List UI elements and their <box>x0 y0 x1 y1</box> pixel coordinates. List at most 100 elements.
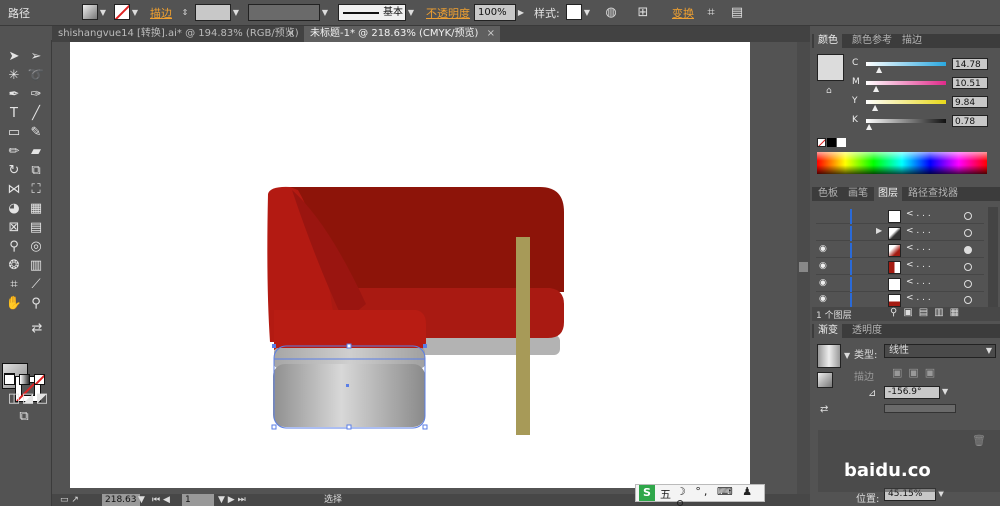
gradient-preview[interactable] <box>817 344 841 368</box>
stroke-gradient-icons[interactable]: ▣▣▣ <box>892 366 941 379</box>
artboard[interactable] <box>70 42 750 488</box>
variable-width-field[interactable] <box>248 4 320 21</box>
column-graph-tool-icon[interactable]: ▥ <box>26 257 46 275</box>
sofa-leg[interactable] <box>516 237 530 435</box>
free-transform-tool-icon[interactable]: ⛶ <box>26 181 46 199</box>
fill-dropdown-icon[interactable]: ▼ <box>98 4 108 21</box>
eraser-tool-icon[interactable]: ▰ <box>26 143 46 161</box>
recolor-icon[interactable]: ◍ <box>602 4 620 22</box>
target-icon[interactable] <box>964 212 972 220</box>
paintbrush-tool-icon[interactable]: ✎ <box>26 124 46 142</box>
align-grid-icon[interactable]: ⊞ <box>634 4 652 22</box>
yellow-value[interactable]: 9.84 <box>952 96 988 108</box>
symbol-sprayer-tool-icon[interactable]: ❂ <box>4 257 24 275</box>
magenta-slider[interactable]: M ▲ 10.51 <box>852 77 1000 93</box>
layer-row[interactable]: ◉ < . . . <box>816 243 984 258</box>
gradient-tool-icon[interactable]: ▤ <box>26 219 46 237</box>
direct-selection-tool-icon[interactable]: ➢ <box>26 48 46 66</box>
gradient-mode-icon[interactable] <box>19 374 30 385</box>
scale-tool-icon[interactable]: ⧉ <box>26 162 46 180</box>
sogou-s-icon[interactable]: S <box>639 485 655 501</box>
shape-builder-tool-icon[interactable]: ◕ <box>4 200 24 218</box>
close-icon[interactable]: × <box>487 26 495 42</box>
tab-stroke[interactable]: 描边 <box>898 34 926 48</box>
tab-color[interactable]: 颜色 <box>814 34 842 48</box>
stroke-dropdown-icon[interactable]: ▼ <box>130 4 140 21</box>
visibility-eye-icon[interactable]: ◉ <box>819 278 827 288</box>
stroke-label[interactable]: 描边 <box>150 5 172 22</box>
visibility-eye-icon[interactable]: ◉ <box>819 261 827 271</box>
variable-width-dropdown-icon[interactable]: ▼ <box>320 4 330 21</box>
magic-wand-tool-icon[interactable]: ✳ <box>4 67 24 85</box>
brush-field[interactable]: 基本 <box>338 4 406 21</box>
zoom-tool-icon[interactable]: ⚲ <box>26 295 46 313</box>
lasso-tool-icon[interactable]: ➰ <box>26 67 46 85</box>
isolate-icon[interactable]: ⌗ <box>702 4 720 22</box>
gradient-type-select[interactable]: 线性 ▼ <box>884 344 996 358</box>
fill-swatch[interactable] <box>82 4 98 20</box>
close-icon[interactable]: × <box>287 26 295 42</box>
perspective-grid-tool-icon[interactable]: ▦ <box>26 200 46 218</box>
angle-dropdown-icon[interactable]: ▼ <box>942 387 948 396</box>
opacity-input[interactable]: 100% <box>474 4 516 21</box>
none-mode-icon[interactable] <box>34 374 45 385</box>
slider-knob-icon[interactable]: ▲ <box>872 103 878 112</box>
scroll-thumb[interactable] <box>799 262 808 272</box>
transform-label[interactable]: 变换 <box>672 5 694 22</box>
black-track[interactable] <box>866 119 946 123</box>
layer-row[interactable]: ▶ < . . . <box>816 226 984 241</box>
slider-knob-icon[interactable]: ▲ <box>866 122 872 131</box>
slider-knob-icon[interactable]: ▲ <box>876 65 882 74</box>
color-mode-icon[interactable] <box>4 374 15 385</box>
stroke-swatch[interactable] <box>114 4 130 20</box>
opacity-dropdown-icon[interactable]: ▶ <box>516 4 526 21</box>
blend-tool-icon[interactable]: ◎ <box>26 238 46 256</box>
anchor-point[interactable] <box>346 343 352 349</box>
opacity-label[interactable]: 不透明度 <box>426 5 470 22</box>
slice-tool-icon[interactable]: ⟋ <box>26 276 46 294</box>
first-page-icon[interactable]: ⏮ ◀ <box>152 494 170 506</box>
stroke-weight-input[interactable] <box>195 4 231 21</box>
black-slider[interactable]: K ▲ 0.78 <box>852 115 1000 131</box>
pen-tool-icon[interactable]: ✒ <box>4 86 24 104</box>
gradient-dropdown-icon[interactable]: ▼ <box>844 351 850 360</box>
mesh-tool-icon[interactable]: ⊠ <box>4 219 24 237</box>
reverse-gradient-icon[interactable]: ⇄ <box>820 404 828 415</box>
stroke-weight-dropdown-icon[interactable]: ▼ <box>231 4 241 21</box>
angle-input[interactable]: -156.9° <box>884 386 940 399</box>
gradient-fill-swatch[interactable] <box>817 372 833 388</box>
anchor-point[interactable] <box>272 344 276 348</box>
layer-actions-icon[interactable]: ⚲▣▤▥▦ <box>890 307 965 318</box>
target-icon[interactable] <box>964 229 972 237</box>
cyan-value[interactable]: 14.78 <box>952 58 988 70</box>
slider-knob-icon[interactable]: ▲ <box>873 84 879 93</box>
screen-mode-icon[interactable]: ⧉ <box>14 408 34 426</box>
out-of-gamut-icon[interactable]: ⌂ <box>826 86 832 96</box>
aspect-ratio-field[interactable] <box>884 404 956 413</box>
tab-transparency[interactable]: 透明度 <box>848 324 886 338</box>
brush-dropdown-icon[interactable]: ▼ <box>406 4 416 21</box>
black-swatch[interactable] <box>827 138 836 147</box>
none-swatch[interactable] <box>817 138 826 147</box>
tab-untitled-1[interactable]: 未标题-1* @ 218.63% (CMYK/预览) × <box>304 26 500 42</box>
expand-arrow-icon[interactable]: ▶ <box>876 226 882 235</box>
artboard-tool-icon[interactable]: ⌗ <box>4 276 24 294</box>
tab-shishangvue14[interactable]: shishangvue14 [转换].ai* @ 194.83% (RGB/预览… <box>52 26 300 42</box>
tab-pathfinder[interactable]: 路径查找器 <box>904 187 962 201</box>
width-tool-icon[interactable]: ⋈ <box>4 181 24 199</box>
layers-scrollbar[interactable] <box>988 207 998 311</box>
black-value[interactable]: 0.78 <box>952 115 988 127</box>
layer-row[interactable]: ◉ < . . . <box>816 277 984 292</box>
style-dropdown-icon[interactable]: ▼ <box>582 4 592 21</box>
page-input[interactable]: 1 <box>182 494 214 506</box>
layer-row[interactable]: < . . . <box>816 209 984 224</box>
next-page-icon[interactable]: ▼ ▶ ⏭ <box>218 494 246 506</box>
rotate-tool-icon[interactable]: ↻ <box>4 162 24 180</box>
target-icon[interactable] <box>964 246 972 254</box>
anchor-point[interactable] <box>422 424 428 430</box>
stroke-stepper-icon[interactable]: ⇕ <box>180 4 190 21</box>
anchor-point[interactable] <box>346 424 352 430</box>
target-icon[interactable] <box>964 296 972 304</box>
cyan-slider[interactable]: C ▲ 14.78 <box>852 58 1000 74</box>
curvature-tool-icon[interactable]: ✑ <box>26 86 46 104</box>
